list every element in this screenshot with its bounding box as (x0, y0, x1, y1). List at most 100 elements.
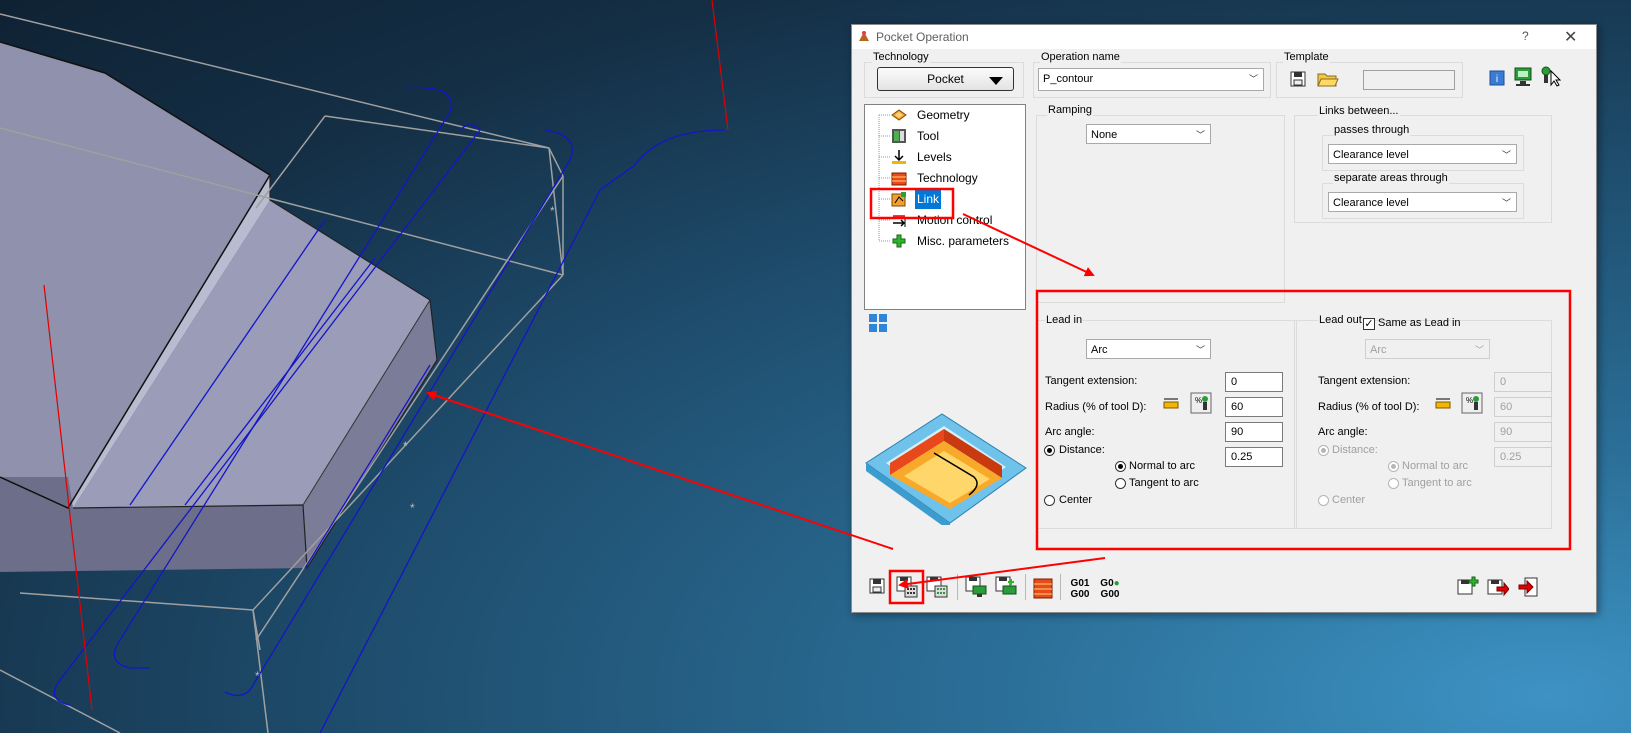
toolbar-separator (1025, 574, 1026, 600)
ramping-dropdown[interactable]: None ﹀ (1086, 124, 1211, 144)
technology-group-label: Technology (872, 51, 930, 63)
tree-item-label: Link (915, 189, 942, 209)
save-new-icon[interactable] (1457, 576, 1479, 598)
levels-icon (892, 150, 906, 164)
g00-label: G00 (1100, 589, 1120, 600)
lead-in-arc-angle-input[interactable]: 90 (1225, 422, 1283, 442)
simulation-icon[interactable] (1513, 65, 1535, 87)
title-bar: Pocket Operation ? ✕ (852, 25, 1596, 49)
lead-out-distance-radio (1318, 445, 1329, 456)
same-as-lead-in-checkbox[interactable]: ✓ (1363, 318, 1375, 330)
percent-tool-icon[interactable]: % (1461, 392, 1483, 414)
lead-out-type-value: Arc (1370, 344, 1387, 356)
chevron-down-icon: ﹀ (1501, 198, 1511, 208)
svg-text:*: * (550, 204, 555, 218)
misc-parameters-icon (892, 234, 906, 248)
percent-tool-icon[interactable]: % (1190, 392, 1212, 414)
lead-in-distance-value: 0.25 (1231, 451, 1253, 463)
select-cursor-icon[interactable] (1540, 65, 1562, 87)
lead-out-tangent-arc-radio (1388, 478, 1399, 489)
lead-in-distance-input[interactable]: 0.25 (1225, 447, 1283, 467)
lead-in-distance-label: Distance: (1059, 444, 1105, 456)
links-between-label: Links between... (1318, 105, 1400, 117)
save-exit-icon[interactable] (1487, 576, 1509, 598)
ruler-icon[interactable] (1162, 395, 1180, 413)
same-as-lead-in-label: Same as Lead in (1378, 317, 1461, 329)
lead-out-radius-input: 60 (1494, 397, 1552, 417)
lead-out-tangent-arc-label: Tangent to arc (1402, 477, 1472, 489)
ramping-value: None (1091, 129, 1118, 141)
chevron-down-icon: ﹀ (1501, 150, 1511, 160)
lead-in-radius-value: 60 (1231, 401, 1244, 413)
technology-table-icon[interactable] (1032, 576, 1054, 600)
operation-name-value: P_contour (1043, 73, 1094, 85)
tree-item-label: Geometry (917, 108, 970, 122)
close-button[interactable]: ✕ (1564, 27, 1577, 47)
geometry-icon (891, 109, 907, 121)
svg-text:%: % (1466, 396, 1473, 405)
grid-view-icon[interactable] (868, 313, 888, 333)
lead-in-normal-radio[interactable] (1115, 461, 1126, 472)
pocket-operation-dialog: Pocket Operation ? ✕ Technology Pocket O… (851, 24, 1597, 613)
save-calculate-all-icon[interactable] (926, 576, 948, 598)
technology-icon (891, 172, 907, 186)
lead-in-distance-radio[interactable] (1044, 445, 1055, 456)
lead-in-tangent-value: 0 (1231, 376, 1238, 388)
g0-g00-button[interactable]: G0● G00 (1097, 578, 1123, 600)
ramping-label: Ramping (1047, 104, 1094, 116)
lead-out-tangent-value: 0 (1500, 376, 1507, 388)
passes-through-value: Clearance level (1333, 149, 1409, 161)
lead-in-type-dropdown[interactable]: Arc ﹀ (1086, 339, 1211, 359)
chevron-down-icon: ﹀ (1195, 130, 1205, 140)
tree-item-label: Misc. parameters (917, 234, 1010, 248)
tree-item-label: Levels (917, 150, 952, 164)
passes-through-label: passes through (1333, 124, 1411, 136)
open-template-icon[interactable] (1317, 70, 1339, 88)
technology-dropdown[interactable]: Pocket (877, 67, 1014, 91)
save-calculate-icon[interactable] (896, 576, 918, 598)
template-field[interactable] (1363, 70, 1455, 90)
lead-in-preview-image (865, 413, 1027, 525)
svg-text:*: * (403, 439, 408, 453)
save-new-simulate-icon[interactable] (995, 576, 1017, 598)
operation-name-combo[interactable]: P_contour ﹀ (1038, 68, 1264, 91)
ruler-icon[interactable] (1434, 395, 1452, 413)
lead-out-type-dropdown: Arc ﹀ (1365, 339, 1490, 359)
separate-areas-label: separate areas through (1333, 172, 1449, 184)
separate-areas-value: Clearance level (1333, 197, 1409, 209)
operation-tree[interactable]: Geometry Tool Levels Technology Link Mot… (864, 104, 1026, 310)
svg-text:*: * (410, 501, 415, 515)
help-button[interactable]: ? (1522, 29, 1529, 43)
lead-out-arc-angle-value: 90 (1500, 426, 1513, 438)
lead-in-normal-label: Normal to arc (1129, 460, 1196, 472)
save-template-icon[interactable] (1289, 70, 1307, 88)
lead-out-center-radio (1318, 495, 1329, 506)
lead-in-tangent-input[interactable]: 0 (1225, 372, 1283, 392)
exit-icon[interactable] (1517, 576, 1539, 598)
lead-out-distance-input: 0.25 (1494, 447, 1552, 467)
save-simulate-icon[interactable] (965, 576, 987, 598)
tree-item-label: Technology (917, 171, 978, 185)
lead-out-distance-value: 0.25 (1500, 451, 1522, 463)
tree-item-label: Motion control (917, 213, 993, 227)
lead-out-tangent-input: 0 (1494, 372, 1552, 392)
lead-in-tangent-arc-radio[interactable] (1115, 478, 1126, 489)
save-icon[interactable] (868, 577, 886, 595)
lead-out-radius-label: Radius (% of tool D): (1318, 401, 1420, 413)
lead-out-normal-radio (1388, 461, 1399, 472)
passes-through-dropdown[interactable]: Clearance level ﹀ (1328, 144, 1517, 164)
tool-icon (892, 129, 906, 143)
lead-in-center-radio[interactable] (1044, 495, 1055, 506)
lead-in-radius-input[interactable]: 60 (1225, 397, 1283, 417)
lead-out-arc-angle-label: Arc angle: (1318, 426, 1368, 438)
lead-in-radius-label: Radius (% of tool D): (1045, 401, 1147, 413)
template-label: Template (1283, 51, 1330, 63)
app-icon (859, 31, 869, 41)
info-icon[interactable]: i (1489, 70, 1505, 86)
g01-g00-button[interactable]: G01 G00 (1067, 578, 1093, 600)
lead-out-arc-angle-input: 90 (1494, 422, 1552, 442)
lead-in-tangent-label: Tangent extension: (1045, 375, 1138, 387)
dropdown-triangle-icon (989, 77, 1003, 85)
separate-areas-dropdown[interactable]: Clearance level ﹀ (1328, 192, 1517, 212)
lead-out-normal-label: Normal to arc (1402, 460, 1469, 472)
